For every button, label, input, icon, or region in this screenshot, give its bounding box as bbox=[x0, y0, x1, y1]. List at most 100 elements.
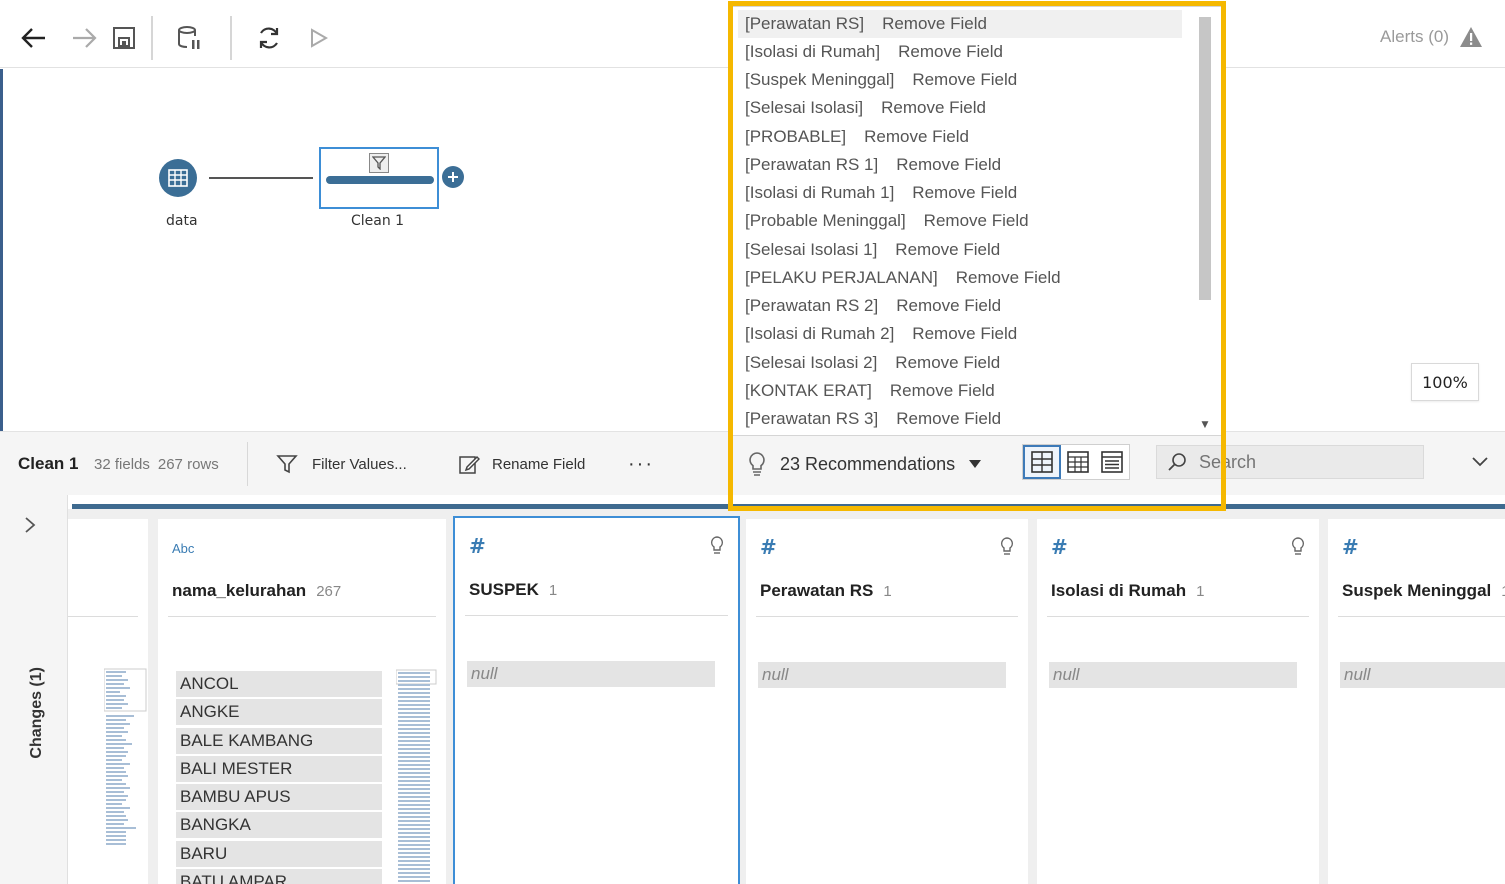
recommendation-action[interactable]: Remove Field bbox=[864, 127, 969, 147]
refresh-button[interactable] bbox=[251, 20, 287, 56]
recommendation-field: [Perawatan RS] bbox=[745, 14, 865, 33]
recommendation-field: [Selesai Isolasi 1] bbox=[745, 240, 878, 259]
profile-card-nama-kelurahan[interactable]: Abc nama_kelurahan 267 ANCOL ANGKE BALE K… bbox=[158, 519, 446, 884]
value-bar[interactable]: BALE KAMBANG bbox=[176, 727, 382, 754]
zoom-level[interactable]: 100% bbox=[1411, 363, 1479, 401]
recommendation-action[interactable]: Remove Field bbox=[882, 14, 987, 34]
search-box[interactable] bbox=[1156, 445, 1424, 479]
filter-values-button[interactable]: Filter Values... bbox=[276, 432, 407, 496]
alerts-button[interactable]: Alerts (0) bbox=[1380, 26, 1483, 48]
null-value-bar[interactable]: null bbox=[1049, 662, 1297, 688]
recommendation-item[interactable]: [Selesai Isolasi 1] Remove Field bbox=[745, 236, 1000, 264]
recommendation-item[interactable]: [KONTAK ERAT] Remove Field bbox=[745, 377, 995, 405]
recommendation-item[interactable]: [Perawatan RS 1] Remove Field bbox=[745, 151, 1001, 179]
recommendation-action[interactable]: Remove Field bbox=[895, 353, 1000, 373]
data-grid-view-button[interactable] bbox=[1061, 445, 1095, 479]
pause-data-updates-button[interactable] bbox=[171, 20, 207, 56]
scroll-down-icon[interactable]: ▼ bbox=[1199, 419, 1211, 431]
field-name[interactable]: Isolasi di Rumah 1 bbox=[1051, 581, 1204, 601]
database-pause-icon bbox=[178, 26, 200, 49]
recommendation-item[interactable]: [PROBABLE] Remove Field bbox=[745, 123, 969, 151]
recommendation-item[interactable]: [Selesai Isolasi 2] Remove Field bbox=[745, 349, 1000, 377]
recommendations-button[interactable]: 23 Recommendations bbox=[748, 432, 982, 496]
null-value-bar[interactable]: null bbox=[467, 661, 715, 687]
field-name[interactable]: Perawatan RS 1 bbox=[760, 581, 892, 601]
recommendation-action[interactable]: Remove Field bbox=[912, 70, 1017, 90]
recommendation-action[interactable]: Remove Field bbox=[956, 268, 1061, 288]
value-bar[interactable]: ANCOL bbox=[176, 671, 382, 697]
number-type-icon[interactable]: # bbox=[760, 535, 777, 559]
lightbulb-icon[interactable] bbox=[710, 536, 724, 556]
lightbulb-icon[interactable] bbox=[1291, 537, 1305, 557]
recommendation-item[interactable]: [Perawatan RS 3] Remove Field bbox=[745, 405, 1001, 433]
save-button[interactable] bbox=[106, 20, 142, 56]
recommendation-item[interactable]: [Probable Meninggal] Remove Field bbox=[745, 207, 1029, 235]
recommendation-action[interactable]: Remove Field bbox=[912, 324, 1017, 344]
lightbulb-icon[interactable] bbox=[1000, 537, 1014, 557]
back-button[interactable] bbox=[16, 20, 52, 56]
recommendation-item[interactable]: [Suspek Meninggal] Remove Field bbox=[745, 66, 1017, 94]
recommendation-action[interactable]: Remove Field bbox=[896, 409, 1001, 429]
number-type-icon[interactable]: # bbox=[1342, 535, 1359, 559]
field-name-label: Perawatan RS bbox=[760, 581, 874, 600]
profile-card-suspek-meninggal[interactable]: # Suspek Meninggal 1 null bbox=[1328, 519, 1505, 884]
recommendation-action[interactable]: Remove Field bbox=[924, 211, 1029, 231]
row-count: 267 rows bbox=[157, 455, 219, 473]
node-label-data: data bbox=[166, 213, 198, 229]
number-type-icon[interactable]: # bbox=[469, 534, 486, 558]
recommendation-field: [KONTAK ERAT] bbox=[745, 381, 872, 400]
string-type-icon[interactable]: Abc bbox=[172, 541, 194, 556]
profile-card-perawatan-rs[interactable]: # Perawatan RS 1 null bbox=[746, 519, 1028, 884]
recommendation-item[interactable]: [Isolasi di Rumah] Remove Field bbox=[745, 38, 1003, 66]
more-actions-button[interactable]: ··· bbox=[628, 432, 654, 496]
add-step-button[interactable] bbox=[442, 166, 464, 188]
recommendation-item[interactable]: [Isolasi di Rumah 2] Remove Field bbox=[745, 320, 1017, 348]
search-input[interactable] bbox=[1199, 451, 1419, 473]
recommendation-action[interactable]: Remove Field bbox=[895, 240, 1000, 260]
recommendation-action[interactable]: Remove Field bbox=[896, 296, 1001, 316]
recommendation-field: [Perawatan RS 1] bbox=[745, 155, 879, 174]
profile-view-button[interactable] bbox=[1023, 445, 1061, 479]
recommendation-item[interactable]: [Perawatan RS] Remove Field bbox=[738, 10, 1182, 38]
plus-icon bbox=[448, 172, 458, 182]
filter-icon bbox=[276, 455, 298, 474]
value-bar[interactable]: BARU bbox=[176, 840, 382, 867]
value-bar[interactable]: BALI MESTER bbox=[176, 755, 382, 782]
list-view-button[interactable] bbox=[1095, 445, 1129, 479]
run-flow-button[interactable] bbox=[301, 20, 337, 56]
value-bar[interactable]: BANGKA bbox=[176, 812, 382, 839]
changes-label[interactable]: Changes (1) bbox=[28, 667, 46, 759]
field-name[interactable]: SUSPEK 1 bbox=[469, 580, 557, 600]
forward-button[interactable] bbox=[66, 20, 102, 56]
recommendation-item[interactable]: [PELAKU PERJALANAN] Remove Field bbox=[745, 264, 1061, 292]
null-value-bar[interactable]: null bbox=[758, 662, 1006, 688]
value-list: ANCOL ANGKE BALE KAMBANG BALI MESTER BAM… bbox=[176, 671, 382, 884]
expand-changes-button[interactable] bbox=[24, 517, 36, 537]
recommendation-item[interactable]: [Perawatan RS 2] Remove Field bbox=[745, 292, 1001, 320]
recommendation-action[interactable]: Remove Field bbox=[881, 98, 986, 118]
null-value-bar[interactable]: null bbox=[1340, 662, 1505, 688]
recommendation-action[interactable]: Remove Field bbox=[912, 183, 1017, 203]
number-type-icon[interactable]: # bbox=[1051, 535, 1068, 559]
edit-icon bbox=[459, 455, 480, 474]
value-bar[interactable]: ANGKE bbox=[176, 699, 382, 726]
clean-step-node[interactable] bbox=[319, 147, 439, 209]
profile-card-suspek[interactable]: # SUSPEK 1 null bbox=[453, 516, 740, 884]
recommendation-item[interactable]: [Isolasi di Rumah 1] Remove Field bbox=[745, 179, 1017, 207]
recommendation-action[interactable]: Remove Field bbox=[896, 155, 1001, 175]
field-name[interactable]: Suspek Meninggal 1 bbox=[1342, 581, 1505, 601]
step-title: Clean 1 bbox=[18, 454, 79, 473]
value-bar[interactable]: BAMBU APUS bbox=[176, 784, 382, 811]
rename-field-button[interactable]: Rename Field bbox=[458, 432, 585, 496]
toolbar-divider bbox=[151, 16, 153, 60]
scrollbar-thumb[interactable] bbox=[1199, 17, 1211, 300]
recommendation-action[interactable]: Remove Field bbox=[898, 42, 1003, 62]
recommendation-action[interactable]: Remove Field bbox=[890, 381, 995, 401]
input-node-data[interactable] bbox=[159, 159, 197, 197]
collapse-panel-button[interactable] bbox=[1468, 450, 1492, 474]
value-scroll-overview[interactable] bbox=[396, 660, 440, 884]
value-bar[interactable]: BATU AMPAR bbox=[176, 869, 382, 884]
field-name[interactable]: nama_kelurahan 267 bbox=[172, 581, 341, 601]
profile-card-isolasi-di-rumah[interactable]: # Isolasi di Rumah 1 null bbox=[1037, 519, 1319, 884]
recommendation-item[interactable]: [Selesai Isolasi] Remove Field bbox=[745, 94, 986, 122]
